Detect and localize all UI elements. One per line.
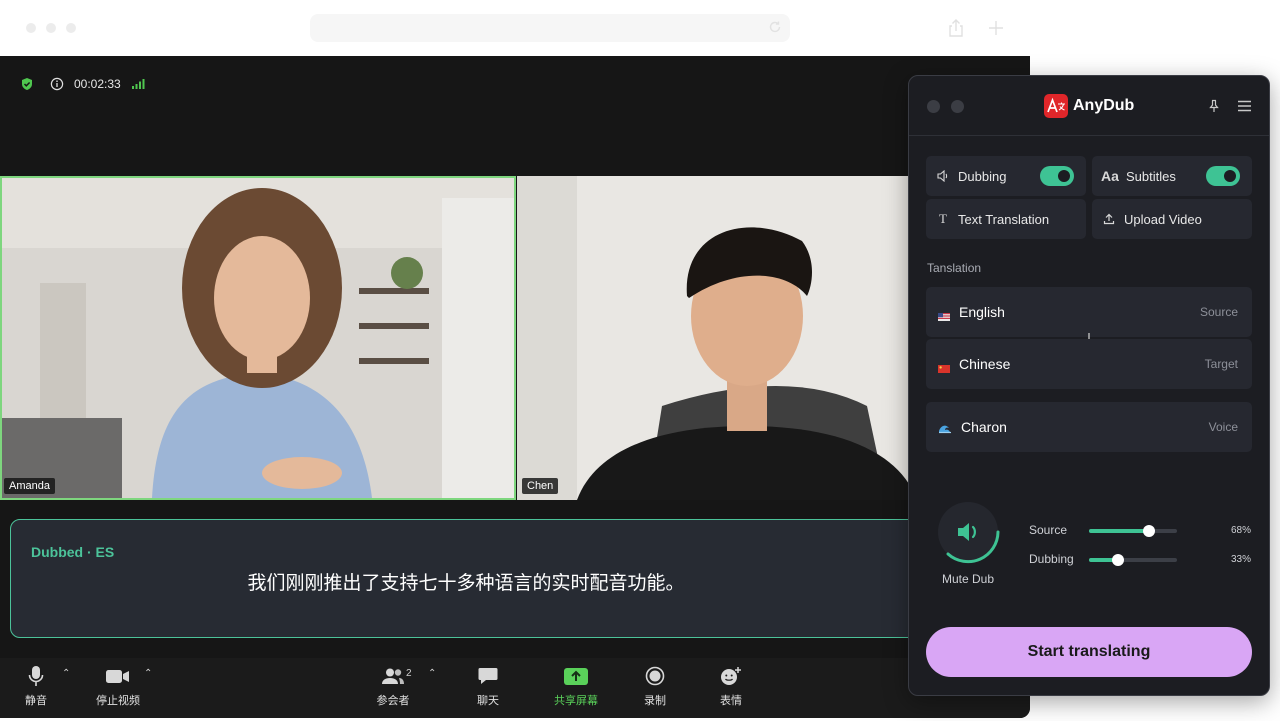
reactions-button[interactable]: 表情: [691, 664, 771, 708]
participant-video-chen: [517, 176, 917, 500]
participants-icon: [382, 668, 404, 684]
screen: 00:02:33 Amanda Chen Dubbed · ES 我们刚刚推出了…: [0, 0, 1280, 721]
participant-name-tag: Chen: [522, 478, 559, 494]
mute-label: 静音: [25, 694, 47, 707]
info-icon[interactable]: [50, 77, 64, 91]
meeting-status: 00:02:33: [20, 76, 145, 92]
anydub-header: AnyDub: [909, 76, 1269, 136]
window-minimize-button[interactable]: [46, 23, 56, 33]
chat-button[interactable]: 聊天: [448, 664, 528, 708]
window-maximize-button[interactable]: [66, 23, 76, 33]
call-timer: 00:02:33: [74, 77, 121, 91]
emoji-add-icon: [721, 667, 741, 685]
shield-check-icon[interactable]: [20, 77, 34, 91]
volume-controls: Mute Dub Source 68% Dubbing 33%: [909, 486, 1269, 606]
video-tile-amanda[interactable]: Amanda: [0, 176, 516, 500]
participant-name-tag: Amanda: [4, 478, 55, 494]
participants-count: 2: [406, 668, 412, 679]
dubbing-label: Dubbing: [958, 168, 1007, 184]
panel-close-button[interactable]: [927, 100, 940, 113]
dub-subtitle-panel: Dubbed · ES 我们刚刚推出了支持七十多种语言的实时配音功能。: [10, 519, 940, 638]
anydub-panel: AnyDub Dubbing Aa Subtitles T Text Trans…: [908, 75, 1270, 696]
meeting-toolbar: 静音 ⌃ 停止视频 ⌃ 参会者 2 ⌃ 聊天 共享屏幕 录制 表情: [0, 658, 1030, 718]
source-volume-value: 68%: [1230, 525, 1251, 536]
stop-video-label: 停止视频: [96, 694, 140, 707]
participants-button[interactable]: 参会者: [353, 664, 433, 708]
anydub-logo-icon: [1044, 94, 1068, 118]
text-size-icon: Aa: [1101, 168, 1119, 184]
chat-label: 聊天: [477, 694, 499, 707]
dubbing-toggle[interactable]: [1040, 166, 1074, 186]
new-tab-icon[interactable]: [986, 18, 1006, 38]
text-translation-button[interactable]: T Text Translation: [926, 199, 1086, 239]
participants-options-caret-icon[interactable]: ⌃: [428, 668, 436, 679]
source-volume-slider[interactable]: [1089, 525, 1177, 537]
meeting-window: 00:02:33 Amanda Chen Dubbed · ES 我们刚刚推出了…: [0, 56, 1030, 718]
dubbing-toggle-row[interactable]: Dubbing: [926, 156, 1086, 196]
mute-dub-button[interactable]: [936, 500, 1000, 564]
voice-select[interactable]: Charon Voice: [926, 402, 1252, 452]
record-icon: [645, 666, 665, 686]
menu-icon[interactable]: [1237, 100, 1252, 112]
pin-icon[interactable]: [1207, 99, 1221, 113]
microphone-icon: [28, 666, 44, 686]
audio-options-caret-icon[interactable]: ⌃: [62, 668, 70, 679]
participants-label: 参会者: [376, 694, 410, 707]
mute-dub-label: Mute Dub: [941, 572, 995, 586]
source-volume-fill: [1089, 529, 1149, 533]
dub-subtitle-text: 我们刚刚推出了支持七十多种语言的实时配音功能。: [247, 572, 685, 594]
dubbing-volume-handle[interactable]: [1112, 554, 1125, 566]
panel-minimize-button[interactable]: [951, 100, 964, 113]
speaker-icon: [936, 169, 950, 183]
subtitles-label: Subtitles: [1126, 168, 1176, 184]
address-bar[interactable]: [310, 14, 790, 42]
upload-video-button[interactable]: Upload Video: [1092, 199, 1252, 239]
upload-icon: [1102, 212, 1116, 226]
participant-video-amanda: [2, 178, 514, 498]
source-role-label: Source: [1199, 305, 1238, 319]
share-screen-icon: [564, 667, 588, 685]
video-camera-icon: [106, 670, 129, 683]
video-options-caret-icon[interactable]: ⌃: [144, 668, 152, 679]
target-language-name: Chinese: [959, 356, 1011, 372]
dubbing-volume-value: 33%: [1230, 554, 1251, 565]
app-name: AnyDub: [1073, 97, 1135, 114]
text-icon: T: [939, 211, 947, 226]
text-translation-label: Text Translation: [958, 211, 1050, 227]
record-button[interactable]: 录制: [615, 664, 695, 708]
voice-name: Charon: [961, 419, 1007, 435]
source-volume-handle[interactable]: [1142, 525, 1155, 537]
dubbing-volume-slider[interactable]: [1089, 554, 1177, 566]
chat-bubble-icon: [478, 668, 498, 684]
record-label: 录制: [644, 694, 666, 707]
video-tile-chen[interactable]: Chen: [517, 176, 917, 500]
dub-subtitle-label: Dubbed · ES: [31, 544, 115, 560]
source-volume-label: Source: [1029, 523, 1068, 537]
share-screen-button[interactable]: 共享屏幕: [536, 664, 616, 708]
source-language-name: English: [959, 304, 1005, 320]
china-flag-icon: [938, 360, 950, 373]
us-flag-icon: [938, 308, 950, 321]
target-language-select[interactable]: Chinese Target: [926, 339, 1252, 389]
target-role-label: Target: [1204, 357, 1238, 371]
window-close-button[interactable]: [26, 23, 36, 33]
share-screen-label: 共享屏幕: [554, 694, 598, 707]
source-language-select[interactable]: English Source: [926, 287, 1252, 337]
browser-toolbar: [0, 0, 1280, 56]
wave-icon: [938, 421, 952, 434]
subtitles-toggle[interactable]: [1206, 166, 1240, 186]
upload-video-label: Upload Video: [1124, 211, 1202, 227]
dubbing-volume-label: Dubbing: [1029, 552, 1074, 566]
voice-role-label: Voice: [1208, 420, 1238, 434]
reactions-label: 表情: [720, 694, 742, 707]
translation-section-label: Tanslation: [927, 261, 982, 275]
signal-strength-icon: [131, 79, 145, 89]
start-translating-button[interactable]: Start translating: [926, 627, 1252, 677]
reload-icon[interactable]: [767, 19, 783, 35]
subtitles-toggle-row[interactable]: Aa Subtitles: [1092, 156, 1252, 196]
share-icon[interactable]: [946, 18, 966, 38]
